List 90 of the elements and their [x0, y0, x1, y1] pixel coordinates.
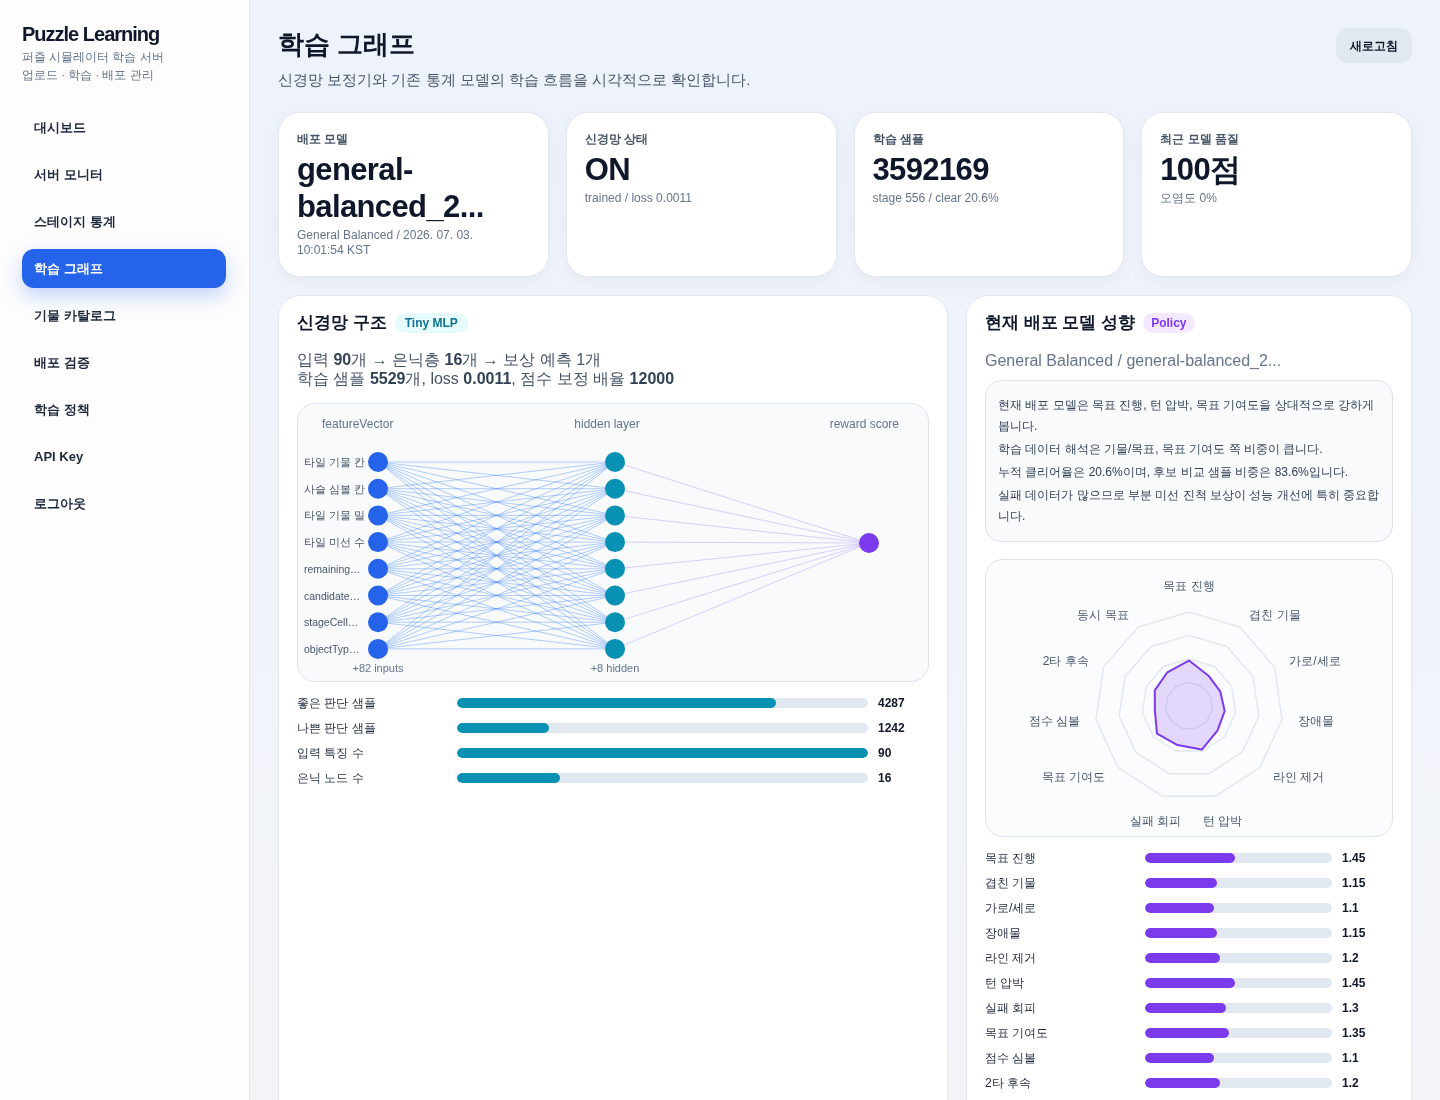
axis-label: 장애물: [1297, 714, 1334, 729]
bar-label: 은닉 노드 수: [297, 769, 365, 787]
bar-label: 나쁜 판단 샘플: [297, 719, 377, 737]
refresh-button[interactable]: 새로고침: [1336, 28, 1412, 63]
panel-title: 신경망 구조: [297, 312, 387, 334]
network-summary: 학습 샘플 5529개, loss 0.0011, 점수 보정 배율 12000: [297, 369, 676, 388]
sidebar-item[interactable]: 학습 정책: [22, 390, 226, 429]
stat-label: 신경망 상태: [584, 131, 650, 147]
panel-title: 현재 배포 모델 성향: [985, 312, 1136, 334]
bar-label: 좋은 판단 샘플: [297, 694, 377, 712]
bar-label: 라인 제거: [985, 949, 1038, 967]
sidebar-item[interactable]: 로그아웃: [22, 484, 226, 523]
axis-label: 턴 압박: [1203, 814, 1243, 829]
stat-value: 3592169: [872, 151, 990, 188]
layer-label: featureVector: [322, 417, 394, 431]
feature-label: 타일 기물 칸: [304, 456, 365, 468]
sidebar-item[interactable]: 기물 카탈로그: [22, 296, 226, 335]
page-title: 학습 그래프: [278, 28, 417, 60]
more-hidden-label: +8 hidden: [590, 662, 640, 674]
note-text: 실패 데이터가 많으므로 부분 미선 진척 보상이 성능 개선에 특히 중요합니다.: [998, 487, 1380, 525]
sidebar-item[interactable]: API Key: [22, 437, 226, 476]
bar-value: 1.2: [1342, 949, 1359, 967]
feature-label: 타일 미선 수: [304, 536, 365, 549]
layer-label: reward score: [829, 417, 899, 431]
bar-value: 1.2: [1342, 1074, 1359, 1092]
bar-value: 1.3: [1342, 999, 1359, 1017]
note-text: 학습 데이터 해석은 기물/목표, 목표 기여도 쪽 비중이 큽니다.: [998, 441, 1324, 458]
stat-value: ON: [584, 151, 631, 188]
axis-label: 목표 진행: [1163, 579, 1215, 593]
axis-label: 라인 제거: [1272, 769, 1324, 784]
feature-label: remaining…: [304, 562, 361, 575]
bar-label: 실패 회피: [985, 999, 1038, 1017]
page-subtitle: 신경망 보정기와 기존 통계 모델의 학습 흐름을 시각적으로 확인합니다.: [278, 70, 751, 90]
axis-label: 가로/세로: [1289, 654, 1341, 669]
brand-title: Puzzle Learning: [22, 22, 161, 46]
bar-value: 1.45: [1342, 974, 1366, 992]
stat-caption: 오염도 0%: [1160, 191, 1218, 206]
bar-value: 1.1: [1342, 1049, 1359, 1067]
bar-label: 목표 진행: [985, 849, 1038, 867]
bar-label: 장애물: [985, 924, 1022, 942]
model-name: General Balanced / general-balanced_2...: [985, 351, 1283, 371]
feature-label: 사슬 심볼 칸: [304, 482, 365, 495]
feature-label: 타일 기물 밀: [304, 509, 365, 522]
more-inputs-label: +82 inputs: [352, 662, 404, 674]
layer-label: hidden layer: [574, 417, 640, 431]
axis-label: 실패 회피: [1129, 814, 1181, 829]
bar-value: 1.15: [1342, 924, 1366, 942]
sidebar-item[interactable]: 서버 모니터: [22, 155, 226, 194]
note-text: 현재 배포 모델은 목표 진행, 턴 압박, 목표 기여도을 상대적으로 강하게 봅니다.: [998, 397, 1375, 435]
axis-label: 2타 후속: [1042, 654, 1089, 669]
brand-tagline: 업로드 · 학습 · 배포 관리: [22, 68, 155, 83]
bar-label: 턴 압박: [985, 974, 1026, 992]
bar-value: 1.1: [1342, 899, 1359, 917]
sidebar-item[interactable]: 학습 그래프: [22, 249, 226, 288]
stat-label: 최근 모델 품질: [1160, 131, 1240, 147]
feature-label: candidate…: [304, 589, 361, 602]
feature-label: objectTyp…: [304, 642, 360, 655]
bar-value: 1.45: [1342, 849, 1366, 867]
sidebar-item[interactable]: 스테이지 통계: [22, 202, 226, 241]
bar-value: 4287: [878, 694, 905, 712]
bar-value: 16: [878, 769, 892, 787]
brand-tagline: 퍼즐 시뮬레이터 학습 서버: [22, 50, 165, 65]
stat-value: general-balanced_2...: [297, 151, 485, 225]
bar-value: 1242: [878, 719, 905, 737]
axis-label: 점수 심볼: [1028, 714, 1081, 729]
panel-badge: Policy: [1143, 313, 1195, 333]
bar-label: 가로/세로: [985, 899, 1038, 917]
bar-value: 1.35: [1342, 1024, 1366, 1042]
stat-label: 배포 모델: [297, 131, 350, 147]
note-text: 누적 클리어율은 20.6%이며, 후보 비교 샘플 비중은 83.6%입니다.: [998, 464, 1350, 481]
stat-caption: General Balanced / 2026. 07. 03. 10:01:54 KST: [297, 228, 475, 258]
bar-value: 1.15: [1342, 874, 1366, 892]
bar-label: 겹친 기물: [985, 874, 1038, 892]
bar-value: 90: [878, 744, 892, 762]
feature-label: stageCell…: [304, 616, 359, 629]
stat-value: 100점: [1160, 151, 1242, 188]
bar-label: 목표 기여도: [985, 1024, 1050, 1042]
sidebar-item[interactable]: 대시보드: [22, 108, 226, 147]
stat-label: 학습 샘플: [872, 131, 925, 147]
bar-label: 2타 후속: [985, 1074, 1032, 1092]
bar-label: 입력 특징 수: [297, 744, 365, 762]
axis-label: 목표 기여도: [1042, 769, 1106, 784]
stat-caption: stage 556 / clear 20.6%: [872, 191, 1000, 206]
axis-label: 동시 목표: [1077, 608, 1129, 623]
stat-caption: trained / loss 0.0011: [584, 191, 693, 206]
network-summary: 입력 90개 → 은닉층 16개 → 보상 예측 1개: [297, 350, 603, 369]
sidebar-item[interactable]: 배포 검증: [22, 343, 226, 382]
bar-label: 점수 심볼: [985, 1049, 1038, 1067]
panel-badge: Tiny MLP: [394, 313, 468, 333]
axis-label: 겹친 기물: [1249, 608, 1301, 623]
